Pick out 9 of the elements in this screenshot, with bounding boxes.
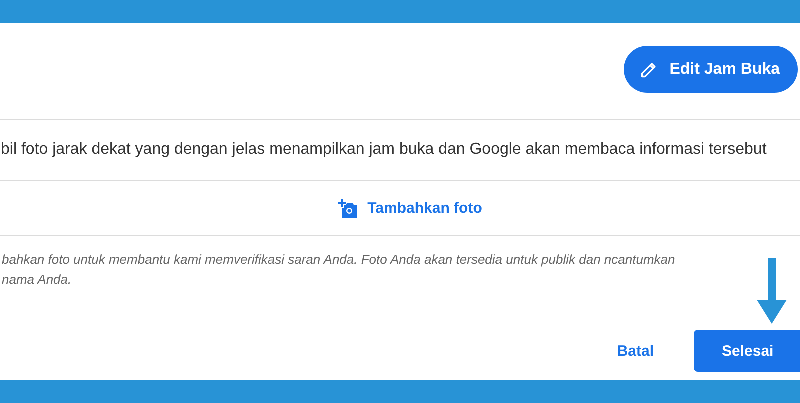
disclaimer-text: bahkan foto untuk membantu kami memverifikasi saran Anda. Foto Anda akan tersedia untuk publik dan ncantumkan nama Anda. (1, 251, 676, 289)
done-button[interactable]: Selesai (694, 330, 800, 372)
edit-icon (640, 60, 658, 78)
edit-hours-button[interactable]: Edit Jam Buka (624, 46, 798, 93)
add-photo-button[interactable]: Tambahkan foto (338, 196, 482, 220)
add-photo-icon (338, 198, 358, 218)
cancel-button[interactable]: Batal (613, 334, 658, 368)
down-arrow-icon (757, 258, 787, 324)
instruction-text: bil foto jarak dekat yang dengan jelas menampilkan jam buka dan Google akan membaca informasi tersebut (1, 141, 767, 159)
